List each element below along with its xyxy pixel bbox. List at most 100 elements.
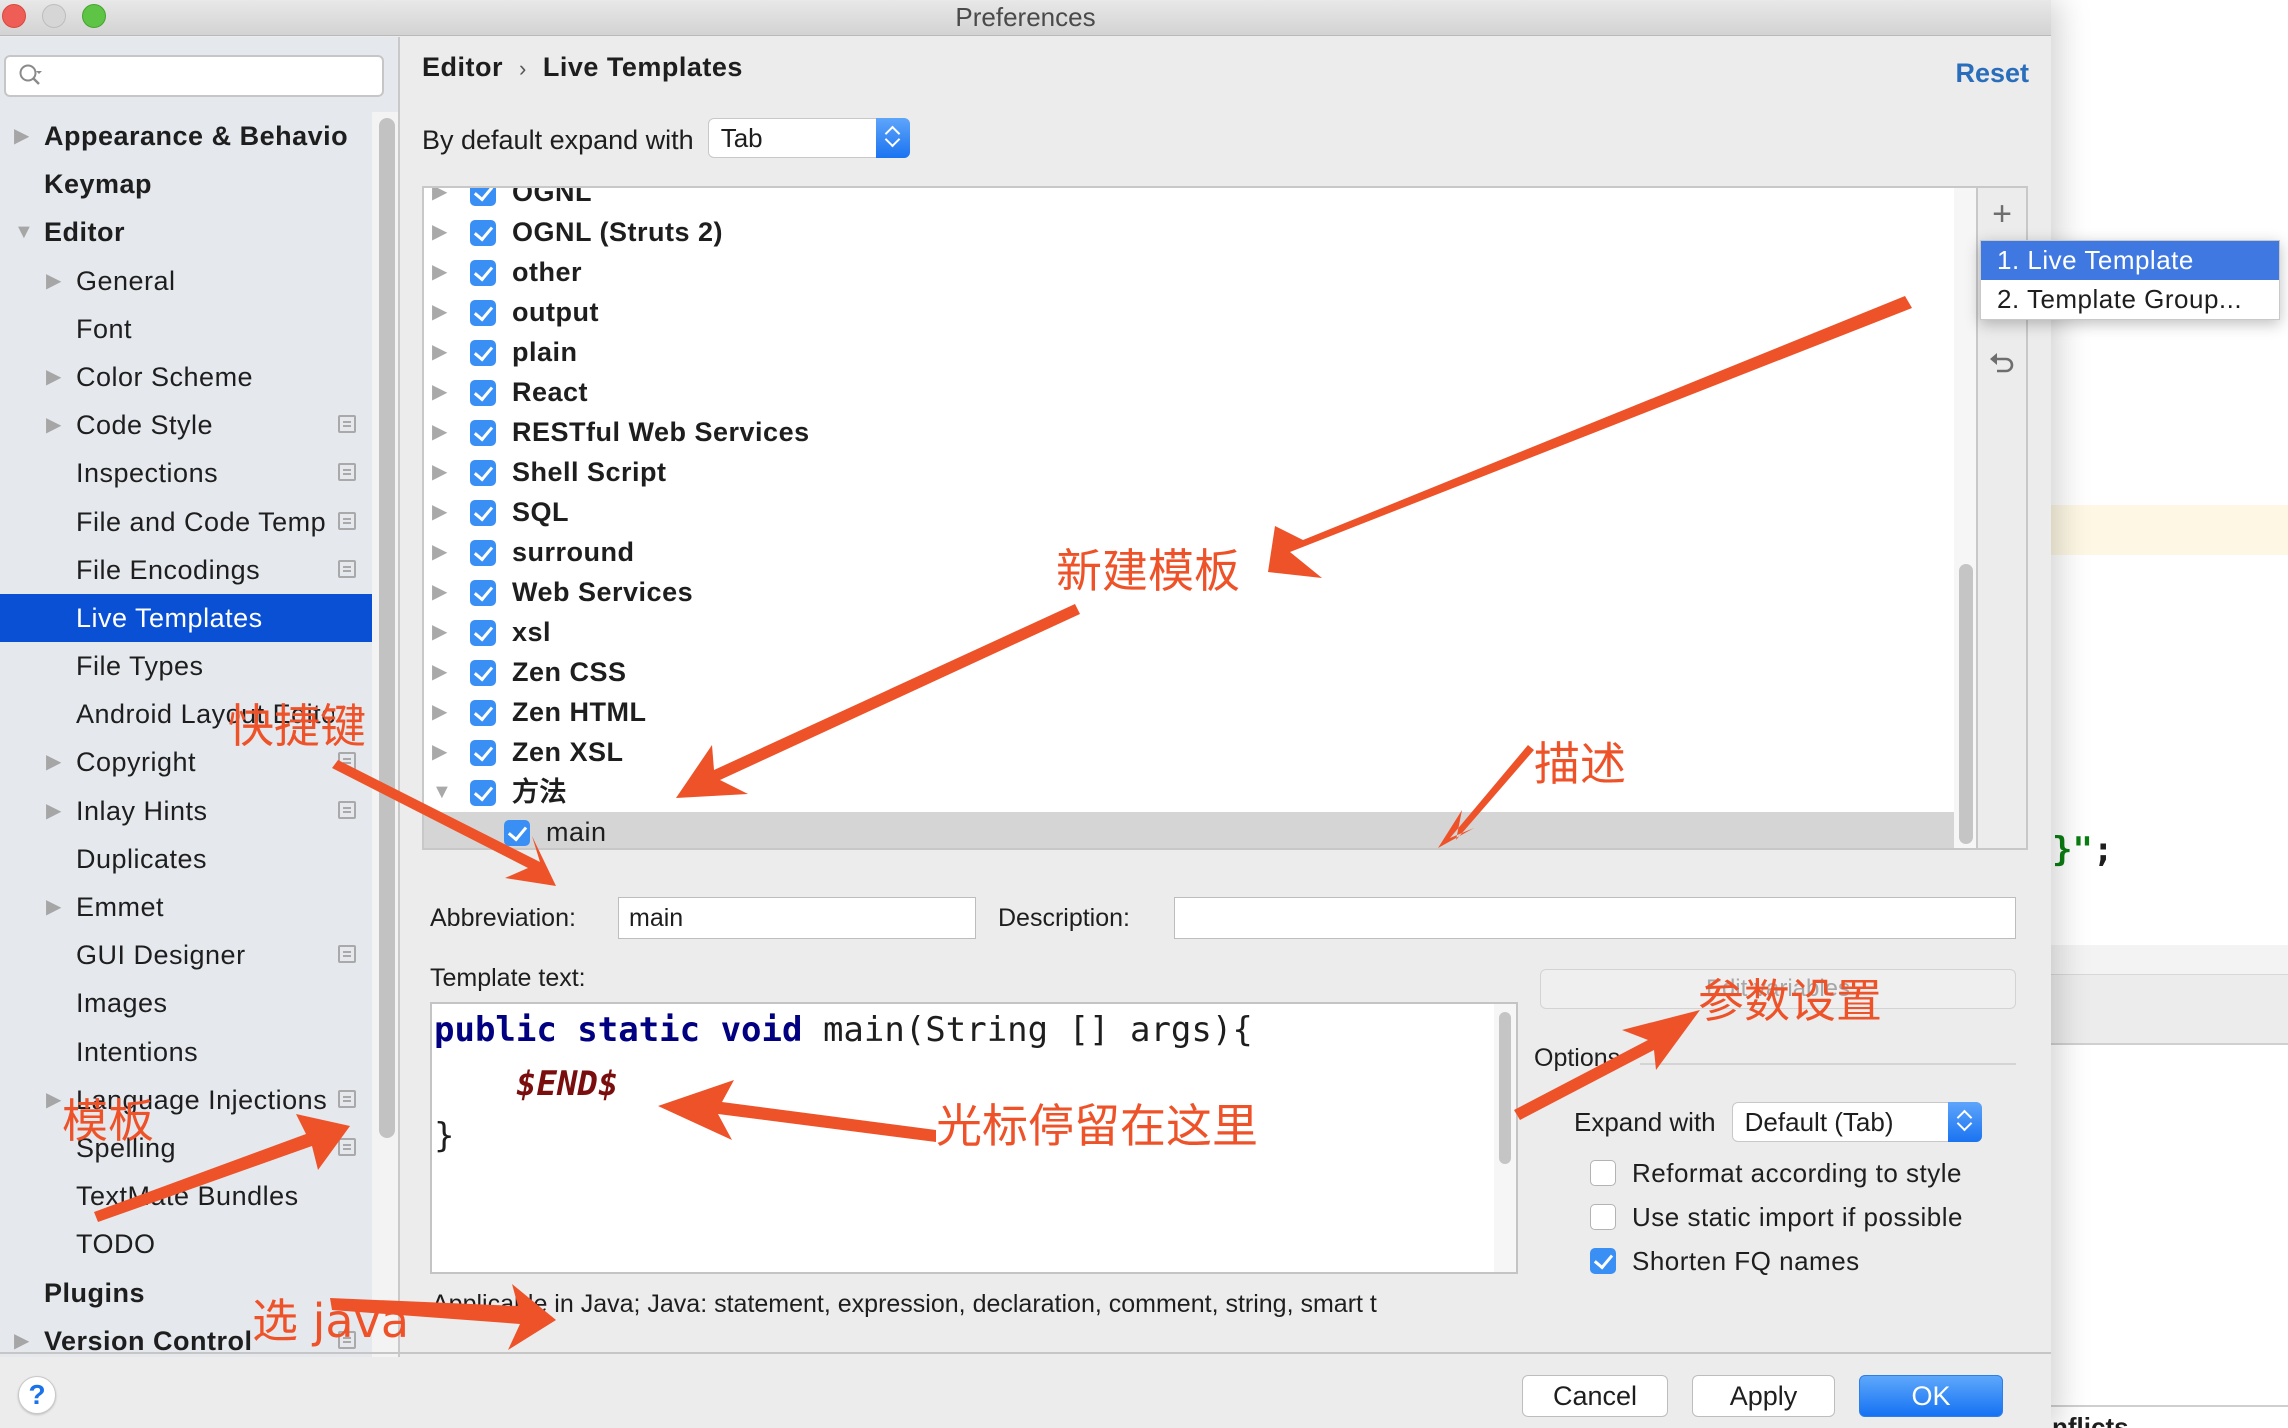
- group-checkbox[interactable]: [470, 700, 496, 726]
- chevron-right-icon[interactable]: ▶: [432, 572, 448, 612]
- sidebar-item[interactable]: Inspections: [0, 449, 374, 497]
- apply-button[interactable]: Apply: [1692, 1375, 1835, 1417]
- sidebar-scrollbar[interactable]: [372, 112, 398, 1357]
- group-checkbox[interactable]: [470, 300, 496, 326]
- templates-scrollbar[interactable]: [1954, 188, 1976, 848]
- menu-item-live-template[interactable]: 1. Live Template: [1981, 241, 2279, 280]
- template-group-row[interactable]: ▶ xsl: [424, 612, 1954, 652]
- sidebar-item[interactable]: Font: [0, 305, 374, 353]
- ok-button[interactable]: OK: [1859, 1375, 2003, 1417]
- template-group-row[interactable]: ▶ OGNL: [424, 188, 1954, 212]
- group-checkbox[interactable]: [470, 260, 496, 286]
- sidebar-item[interactable]: Live Templates: [0, 593, 374, 643]
- template-group-row[interactable]: ▶ RESTful Web Services: [424, 412, 1954, 452]
- chevron-right-icon[interactable]: ▶: [46, 883, 62, 931]
- group-checkbox[interactable]: [470, 380, 496, 406]
- group-checkbox[interactable]: [470, 620, 496, 646]
- group-checkbox[interactable]: [470, 540, 496, 566]
- sidebar-item[interactable]: Intentions: [0, 1028, 374, 1076]
- template-group-row[interactable]: ▶ React: [424, 372, 1954, 412]
- sidebar-item[interactable]: Duplicates: [0, 835, 374, 883]
- group-checkbox[interactable]: [470, 420, 496, 446]
- expand-with-select[interactable]: Default (Tab): [1731, 1102, 1982, 1142]
- sidebar-item[interactable]: ▶ Color Scheme: [0, 353, 374, 401]
- default-expand-select[interactable]: Tab: [707, 118, 910, 158]
- sidebar-item[interactable]: File Encodings: [0, 546, 374, 594]
- chevron-right-icon[interactable]: ▶: [46, 738, 62, 786]
- sidebar-item[interactable]: ▼ Editor: [0, 208, 374, 256]
- chevron-right-icon[interactable]: ▶: [14, 112, 30, 160]
- chevron-right-icon[interactable]: ▶: [46, 257, 62, 305]
- group-checkbox[interactable]: [470, 340, 496, 366]
- chevron-right-icon[interactable]: ▶: [432, 612, 448, 652]
- breadcrumb-editor[interactable]: Editor: [422, 52, 503, 82]
- chevron-right-icon[interactable]: ▶: [432, 732, 448, 772]
- sidebar-item[interactable]: ▶ General: [0, 257, 374, 305]
- reformat-checkbox[interactable]: [1590, 1160, 1616, 1186]
- cancel-button[interactable]: Cancel: [1522, 1375, 1668, 1417]
- chevron-right-icon[interactable]: ▶: [46, 787, 62, 835]
- chevron-right-icon[interactable]: ▶: [46, 401, 62, 449]
- plus-icon[interactable]: +: [1978, 194, 2026, 234]
- group-checkbox[interactable]: [470, 740, 496, 766]
- chevron-right-icon[interactable]: ▶: [14, 1317, 30, 1365]
- chevron-right-icon[interactable]: ▶: [432, 412, 448, 452]
- template-group-row[interactable]: ▶ Zen HTML: [424, 692, 1954, 732]
- template-row[interactable]: main: [424, 812, 1954, 848]
- code-scrollbar[interactable]: [1494, 1004, 1516, 1272]
- chevron-right-icon[interactable]: ▶: [432, 188, 448, 212]
- template-group-row[interactable]: ▼ 方法: [424, 772, 1954, 812]
- group-checkbox[interactable]: [470, 188, 496, 206]
- sidebar-item[interactable]: TextMate Bundles: [0, 1172, 374, 1220]
- sidebar-item[interactable]: Keymap: [0, 160, 374, 208]
- sidebar-item[interactable]: File Types: [0, 642, 374, 690]
- sidebar-item[interactable]: ▶ Inlay Hints: [0, 787, 374, 835]
- group-checkbox[interactable]: [470, 460, 496, 486]
- description-input[interactable]: [1174, 897, 2016, 939]
- template-group-row[interactable]: ▶ other: [424, 252, 1954, 292]
- sidebar-item[interactable]: Images: [0, 979, 374, 1027]
- chevron-right-icon[interactable]: ▶: [432, 692, 448, 732]
- sidebar-item[interactable]: File and Code Temp: [0, 498, 374, 546]
- undo-icon[interactable]: [1978, 344, 2026, 384]
- scrollbar-thumb[interactable]: [379, 118, 395, 1138]
- sidebar-item[interactable]: ▶ Code Style: [0, 401, 374, 449]
- chevron-right-icon[interactable]: ▶: [46, 353, 62, 401]
- sidebar-item[interactable]: ▶ Emmet: [0, 883, 374, 931]
- sidebar-item[interactable]: ▶ Appearance & Behavio: [0, 112, 374, 160]
- chevron-right-icon[interactable]: ▶: [432, 292, 448, 332]
- chevron-right-icon[interactable]: ▶: [432, 532, 448, 572]
- template-group-row[interactable]: ▶ Zen XSL: [424, 732, 1954, 772]
- template-group-row[interactable]: ▶ output: [424, 292, 1954, 332]
- reset-link[interactable]: Reset: [1955, 58, 2029, 89]
- static-import-checkbox[interactable]: [1590, 1204, 1616, 1230]
- group-checkbox[interactable]: [470, 660, 496, 686]
- chevron-right-icon[interactable]: ▶: [432, 212, 448, 252]
- chevron-right-icon[interactable]: ▶: [432, 652, 448, 692]
- scrollbar-thumb[interactable]: [1499, 1012, 1511, 1164]
- sidebar-item[interactable]: TODO: [0, 1220, 374, 1268]
- template-group-row[interactable]: ▶ Shell Script: [424, 452, 1954, 492]
- abbreviation-input[interactable]: main: [618, 897, 976, 939]
- chevron-right-icon[interactable]: ▶: [46, 1076, 62, 1124]
- template-group-row[interactable]: ▶ SQL: [424, 492, 1954, 532]
- sidebar-item[interactable]: ▶ Language Injections: [0, 1076, 374, 1124]
- template-group-row[interactable]: ▶ OGNL (Struts 2): [424, 212, 1954, 252]
- group-checkbox[interactable]: [470, 580, 496, 606]
- chevron-down-icon[interactable]: ▼: [14, 208, 34, 256]
- group-checkbox[interactable]: [470, 220, 496, 246]
- settings-search-input[interactable]: [4, 55, 384, 97]
- chevron-right-icon[interactable]: ▶: [432, 452, 448, 492]
- chevron-right-icon[interactable]: ▶: [432, 332, 448, 372]
- chevron-right-icon[interactable]: ▶: [432, 252, 448, 292]
- chevron-right-icon[interactable]: ▶: [432, 372, 448, 412]
- applicable-contexts-link[interactable]: Applicable in Java; Java: statement, exp…: [432, 1290, 1522, 1326]
- group-checkbox[interactable]: [470, 780, 496, 806]
- chevron-right-icon[interactable]: ▶: [432, 492, 448, 532]
- group-checkbox[interactable]: [470, 500, 496, 526]
- help-button[interactable]: ?: [18, 1376, 56, 1414]
- template-group-row[interactable]: ▶ Zen CSS: [424, 652, 1954, 692]
- sidebar-item[interactable]: Spelling: [0, 1124, 374, 1172]
- chevron-down-icon[interactable]: ▼: [432, 772, 452, 812]
- shorten-fq-checkbox[interactable]: [1590, 1248, 1616, 1274]
